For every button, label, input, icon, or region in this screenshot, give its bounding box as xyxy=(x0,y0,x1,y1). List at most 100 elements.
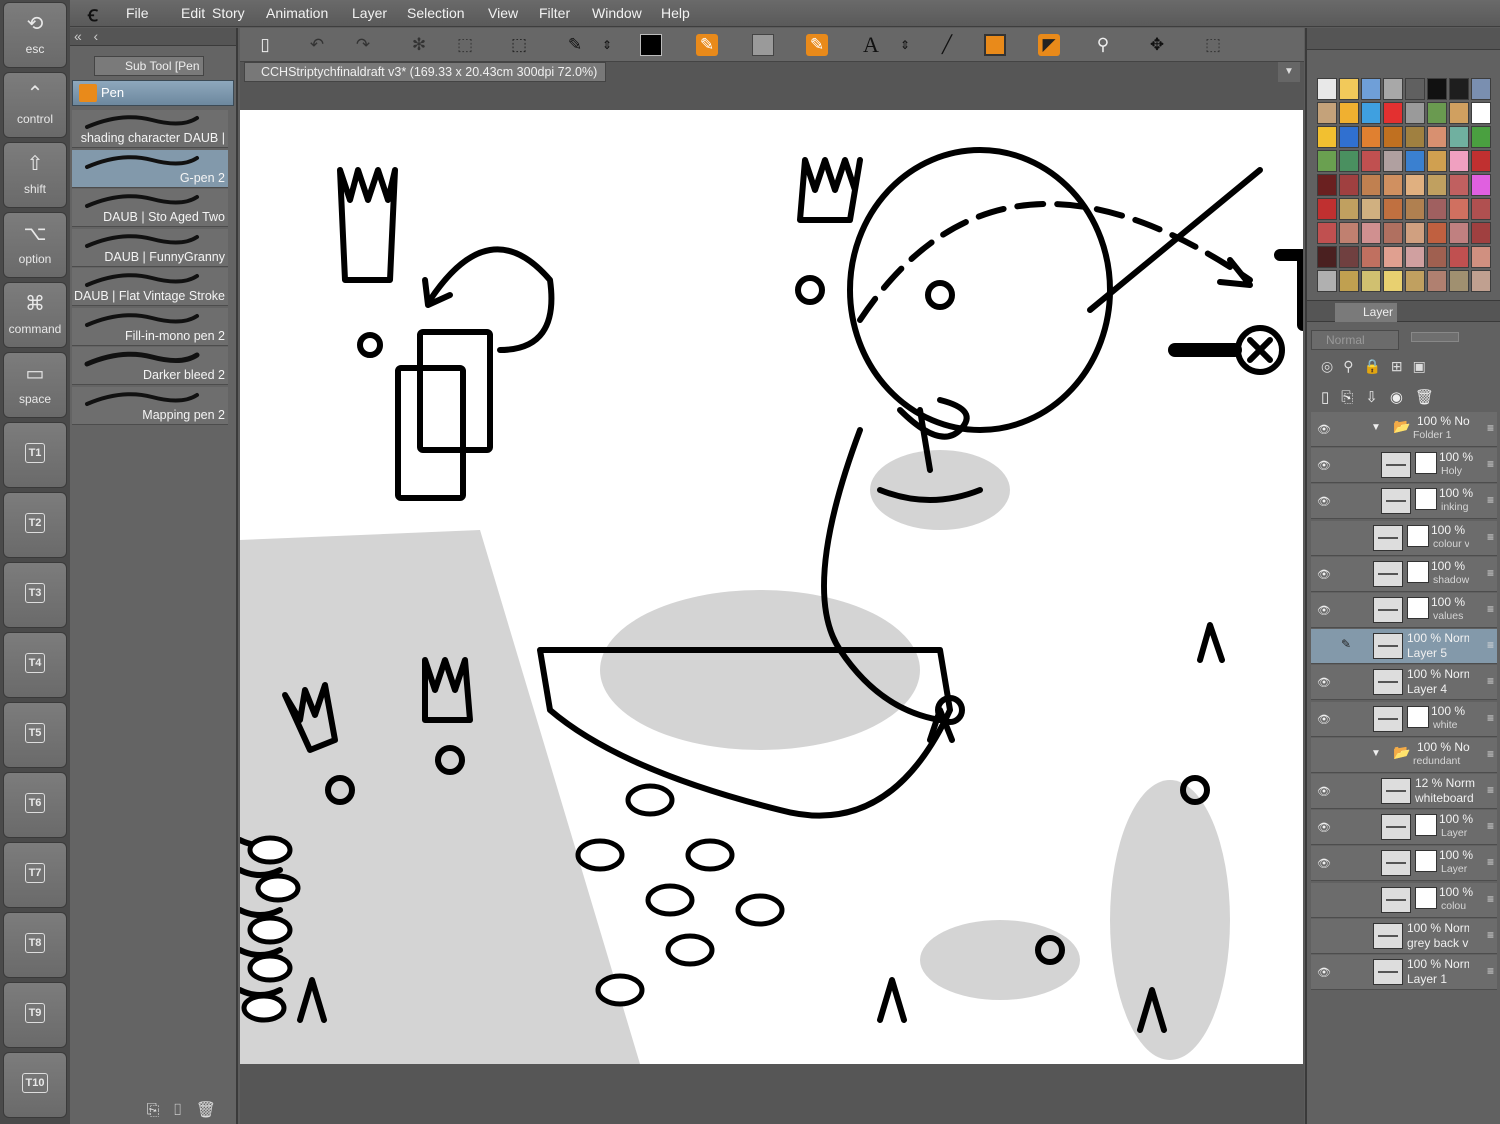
app-logo-icon[interactable]: Ꞓ xyxy=(88,4,98,26)
blend-mode-select[interactable]: Normal xyxy=(1311,330,1399,350)
color-swatch[interactable] xyxy=(1405,126,1425,148)
folder-expand-icon[interactable]: ▼ xyxy=(1371,422,1381,433)
new-subtool-icon[interactable]: ▯ xyxy=(172,1102,196,1119)
color-swatch[interactable] xyxy=(1427,198,1447,220)
color-swatch[interactable] xyxy=(1449,246,1469,268)
layer-menu-icon[interactable]: ≡ xyxy=(1487,783,1494,797)
color-swatch[interactable] xyxy=(1383,246,1403,268)
color-swatch[interactable] xyxy=(1383,270,1403,292)
undo-icon[interactable]: ↶ xyxy=(306,34,328,56)
layer-row[interactable]: ▼ 📂 100 % No redundant ≡ xyxy=(1311,737,1497,773)
layer-row[interactable]: 100 % Norm grey back v3 ≡ xyxy=(1311,918,1497,954)
line-tool-icon[interactable]: ╱ xyxy=(936,34,958,56)
color-swatch[interactable] xyxy=(1405,270,1425,292)
mask-icon[interactable]: ▣ xyxy=(1413,358,1436,374)
color-swatch[interactable] xyxy=(1471,270,1491,292)
color-swatch[interactable] xyxy=(1361,102,1381,124)
layer-menu-icon[interactable]: ≡ xyxy=(1487,638,1494,652)
eye-icon[interactable]: 👁 xyxy=(1317,568,1331,581)
layer-row[interactable]: 👁 100 % inking ≡ xyxy=(1311,484,1497,520)
brush-item[interactable]: Darker bleed 2 xyxy=(72,347,228,385)
modifier-key-shift[interactable]: ⇧ shift xyxy=(3,142,67,208)
color-swatch[interactable] xyxy=(1471,126,1491,148)
document-tab[interactable]: CCHStriptychfinaldraft v3* (169.33 x 20.… xyxy=(244,62,607,82)
modifier-key-control[interactable]: ⌃ control xyxy=(3,72,67,138)
layer-row[interactable]: 👁 12 % Norm whiteboard ≡ xyxy=(1311,774,1497,809)
color-swatch[interactable] xyxy=(1449,174,1469,196)
color-swatch[interactable] xyxy=(1449,78,1469,100)
tool-shortcut-key-t3[interactable]: T3 xyxy=(3,562,67,628)
menu-window[interactable]: Window xyxy=(592,5,642,21)
zoom-icon[interactable]: ⚲ xyxy=(1092,34,1114,56)
color-swatch[interactable] xyxy=(1405,174,1425,196)
folder-expand-icon[interactable]: ▼ xyxy=(1371,748,1381,759)
color-swatch[interactable] xyxy=(1317,246,1337,268)
layer-row[interactable]: 👁 100 % Layer ≡ xyxy=(1311,810,1497,846)
transform-icon[interactable]: ⬚ xyxy=(454,34,476,56)
sub-tool-tab[interactable]: Sub Tool [Pen xyxy=(94,56,204,76)
layer-menu-icon[interactable]: ≡ xyxy=(1487,530,1494,544)
color-swatch[interactable] xyxy=(1405,198,1425,220)
new-folder-icon[interactable]: ⎘ xyxy=(1341,389,1365,406)
color-swatch[interactable] xyxy=(1383,222,1403,244)
stepper-icon[interactable]: ⇕ xyxy=(596,34,618,56)
color-swatch[interactable] xyxy=(1471,102,1491,124)
color-swatch[interactable] xyxy=(1317,150,1337,172)
sub-color-swatch[interactable] xyxy=(752,34,774,56)
main-color-swatch[interactable] xyxy=(640,34,662,56)
color-swatch[interactable] xyxy=(1405,102,1425,124)
color-swatch[interactable] xyxy=(1317,174,1337,196)
frame-tool-icon[interactable] xyxy=(984,34,1006,56)
color-swatch[interactable] xyxy=(1449,198,1469,220)
layer-menu-icon[interactable]: ≡ xyxy=(1487,892,1494,906)
tool-shortcut-key-t4[interactable]: T4 xyxy=(3,632,67,698)
color-swatch[interactable] xyxy=(1383,102,1403,124)
layer-menu-icon[interactable]: ≡ xyxy=(1487,493,1494,507)
reference-icon[interactable]: ⚲ xyxy=(1343,358,1363,374)
selection-icon[interactable]: ⬚ xyxy=(508,34,530,56)
layer-row[interactable]: ✎ 100 % Norm Layer 5 ≡ xyxy=(1311,629,1497,665)
layer-row[interactable]: 👁 100 % values ≡ xyxy=(1311,593,1497,628)
color-swatch[interactable] xyxy=(1339,246,1359,268)
brush-item[interactable]: Fill-in-mono pen 2 xyxy=(72,307,228,346)
layer-row[interactable]: 100 % colour v ≡ xyxy=(1311,520,1497,556)
clip-icon[interactable]: ◎ xyxy=(1321,358,1343,374)
layer-menu-icon[interactable]: ≡ xyxy=(1487,855,1494,869)
layer-row[interactable]: 👁 100 % Norm Layer 1 ≡ xyxy=(1311,955,1497,990)
tool-shortcut-key-t8[interactable]: T8 xyxy=(3,912,67,978)
eye-icon[interactable]: 👁 xyxy=(1317,676,1331,689)
color-swatch[interactable] xyxy=(1471,198,1491,220)
color-swatch[interactable] xyxy=(1383,126,1403,148)
tool-shortcut-key-t6[interactable]: T6 xyxy=(3,772,67,838)
layer-row[interactable]: 👁 100 % Holy ≡ xyxy=(1311,448,1497,484)
color-swatch[interactable] xyxy=(1317,102,1337,124)
color-swatch[interactable] xyxy=(1339,126,1359,148)
menu-story[interactable]: Story xyxy=(212,5,245,21)
color-swatch[interactable] xyxy=(1339,198,1359,220)
color-swatch[interactable] xyxy=(1471,246,1491,268)
color-swatch[interactable] xyxy=(1361,198,1381,220)
color-swatch[interactable] xyxy=(1339,222,1359,244)
color-swatch[interactable] xyxy=(1361,150,1381,172)
lock-alpha-icon[interactable]: ⊞ xyxy=(1391,358,1413,374)
color-swatch[interactable] xyxy=(1427,222,1447,244)
color-swatch[interactable] xyxy=(1449,222,1469,244)
layer-menu-icon[interactable]: ≡ xyxy=(1487,819,1494,833)
tool-shortcut-key-t1[interactable]: T1 xyxy=(3,422,67,488)
delete-layer-icon[interactable]: 🗑 xyxy=(1415,389,1446,406)
color-swatch[interactable] xyxy=(1383,198,1403,220)
menu-edit[interactable]: Edit xyxy=(181,5,205,21)
color-swatch[interactable] xyxy=(1427,126,1447,148)
sub-brush-icon[interactable]: ✎ xyxy=(806,34,828,56)
layer-row[interactable]: 👁 100 % Norm Layer 4 ≡ xyxy=(1311,665,1497,701)
new-file-icon[interactable]: ▯ xyxy=(254,34,276,56)
menu-layer[interactable]: Layer xyxy=(352,5,387,21)
color-swatch[interactable] xyxy=(1427,150,1447,172)
menu-help[interactable]: Help xyxy=(661,5,690,21)
pen-group-tab[interactable]: Pen xyxy=(72,80,234,106)
layer-menu-icon[interactable]: ≡ xyxy=(1487,602,1494,616)
color-swatch[interactable] xyxy=(1471,174,1491,196)
tool-shortcut-key-t5[interactable]: T5 xyxy=(3,702,67,768)
modifier-key-option[interactable]: ⌥ option xyxy=(3,212,67,278)
color-swatch[interactable] xyxy=(1361,174,1381,196)
